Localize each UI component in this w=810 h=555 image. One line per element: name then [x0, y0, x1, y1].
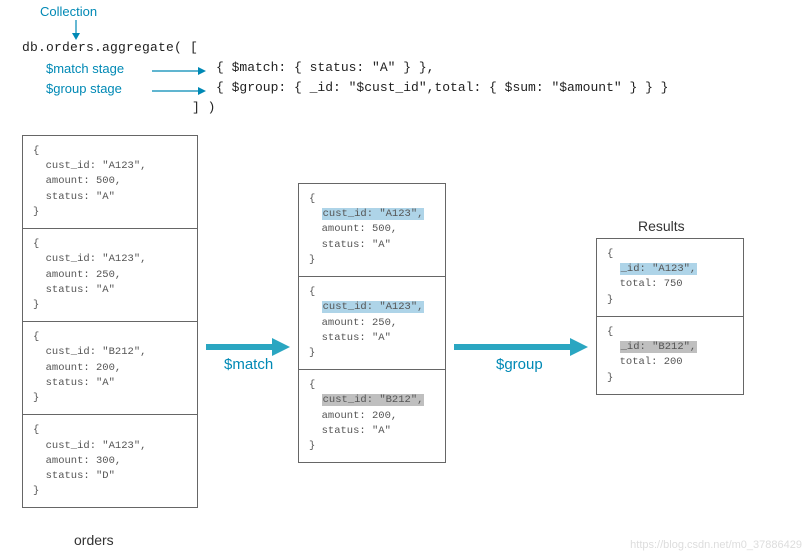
- match-op-label: $match: [224, 356, 273, 373]
- code-line-match: { $match: { status: "A" } },: [216, 60, 434, 75]
- document: { cust_id: "B212", amount: 200, status: …: [23, 322, 197, 415]
- watermark-text: https://blog.csdn.net/m0_37886429: [630, 539, 802, 551]
- match-stage-label: $match stage: [46, 61, 124, 76]
- document: { _id: "B212", total: 200}: [597, 317, 743, 394]
- pipeline-arrow-icon: [206, 336, 290, 358]
- group-op-label: $group: [496, 356, 543, 373]
- match-output-column: { cust_id: "A123", amount: 500, status: …: [298, 183, 446, 463]
- code-line-aggregate: db.orders.aggregate( [: [22, 40, 198, 55]
- document: { cust_id: "A123", amount: 250, status: …: [23, 229, 197, 322]
- orders-column-label: orders: [74, 532, 114, 548]
- arrow-right-icon: [152, 64, 206, 78]
- code-line-close: ] ): [192, 100, 215, 115]
- document: { _id: "A123", total: 750}: [597, 239, 743, 317]
- results-column-label: Results: [638, 218, 685, 234]
- orders-column: { cust_id: "A123", amount: 500, status: …: [22, 135, 198, 508]
- group-stage-label: $group stage: [46, 81, 122, 96]
- results-column: { _id: "A123", total: 750}{ _id: "B212",…: [596, 238, 744, 395]
- document: { cust_id: "A123", amount: 300, status: …: [23, 415, 197, 507]
- pipeline-arrow-icon: [454, 336, 588, 358]
- document: { cust_id: "A123", amount: 500, status: …: [23, 136, 197, 229]
- document: { cust_id: "A123", amount: 250, status: …: [299, 277, 445, 370]
- document: { cust_id: "A123", amount: 500, status: …: [299, 184, 445, 277]
- collection-label: Collection: [40, 4, 97, 19]
- arrow-right-icon: [152, 84, 206, 98]
- code-line-group: { $group: { _id: "$cust_id",total: { $su…: [216, 80, 668, 95]
- arrow-down-icon: [70, 20, 82, 40]
- aggregate-pipeline-diagram: Collection db.orders.aggregate( [ $match…: [0, 0, 810, 555]
- document: { cust_id: "B212", amount: 200, status: …: [299, 370, 445, 462]
